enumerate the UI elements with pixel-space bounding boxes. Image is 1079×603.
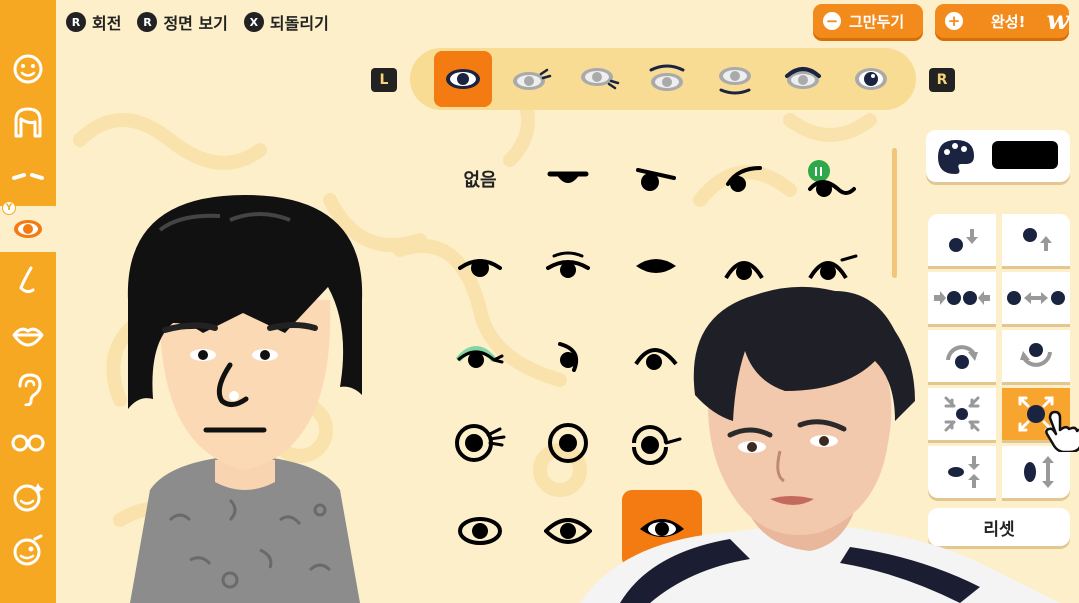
sidebar-item-makeup[interactable] bbox=[0, 474, 56, 520]
sparkle-face-icon bbox=[13, 483, 44, 512]
eye-shape-icon bbox=[446, 69, 480, 89]
eye-option[interactable] bbox=[704, 144, 784, 214]
front-view-label: 정면 보기 bbox=[163, 14, 228, 33]
move-down-icon bbox=[949, 229, 978, 252]
eye-bags-icon bbox=[719, 67, 751, 95]
x-button-icon: X bbox=[243, 12, 264, 32]
nose-icon bbox=[19, 266, 35, 294]
move-up-icon bbox=[1023, 228, 1052, 251]
y-button-badge: Y bbox=[2, 201, 16, 215]
eyelid-icon bbox=[785, 67, 821, 89]
eye-color-button[interactable] bbox=[926, 130, 1070, 182]
done-label: 완성! bbox=[991, 12, 1026, 31]
eye-subcategory-tabs bbox=[410, 48, 916, 110]
ear-icon bbox=[18, 373, 42, 406]
plus-icon: + bbox=[945, 12, 963, 30]
hair-icon bbox=[14, 107, 42, 138]
front-view-hint[interactable]: R 정면 보기 bbox=[137, 10, 228, 34]
sidebar-item-face[interactable] bbox=[0, 46, 56, 92]
l-shoulder-button[interactable]: L bbox=[371, 68, 397, 92]
sidebar-item-mouth[interactable] bbox=[0, 312, 56, 358]
eye-style-icon bbox=[636, 259, 676, 273]
eye-style-icon bbox=[724, 261, 764, 280]
eye-style-icon bbox=[455, 424, 506, 462]
tab-pupil[interactable] bbox=[842, 51, 900, 107]
quit-label: 그만두기 bbox=[849, 12, 905, 31]
lips-icon bbox=[12, 327, 44, 347]
eye-option-none[interactable]: 없음 bbox=[440, 144, 520, 214]
eye-style-icon bbox=[458, 259, 502, 277]
tab-eye-bags[interactable] bbox=[706, 51, 764, 107]
eye-style-icon bbox=[808, 254, 858, 280]
none-label: 없음 bbox=[463, 170, 497, 191]
sidebar-item-nose[interactable] bbox=[0, 258, 56, 304]
eye-option[interactable] bbox=[440, 320, 520, 390]
r-stick-icon: R bbox=[66, 12, 86, 32]
lower-lash-icon bbox=[581, 68, 620, 90]
tab-double-eyelid[interactable] bbox=[638, 51, 696, 107]
quit-button[interactable]: − 그만두기 bbox=[813, 4, 923, 38]
watermark-logo: w bbox=[1046, 6, 1069, 36]
eye-style-icon bbox=[636, 168, 676, 191]
double-eyelid-icon bbox=[649, 64, 685, 91]
category-sidebar: Y bbox=[0, 0, 56, 603]
undo-label: 되돌리기 bbox=[269, 14, 329, 33]
glasses-icon bbox=[11, 434, 45, 452]
eye-option[interactable] bbox=[440, 408, 520, 478]
eye-style-icon bbox=[458, 517, 502, 545]
grid-scrollbar[interactable] bbox=[892, 148, 897, 278]
tab-eyelash[interactable] bbox=[502, 51, 560, 107]
new-badge-icon bbox=[808, 160, 830, 182]
eye-color-swatch bbox=[992, 141, 1058, 169]
tab-lower-lash[interactable] bbox=[570, 51, 628, 107]
rotate-hint[interactable]: R 회전 bbox=[66, 10, 121, 34]
eyelash-icon bbox=[513, 68, 552, 90]
eye-option[interactable] bbox=[440, 496, 520, 566]
illustrated-character-overlay bbox=[580, 286, 1060, 603]
eye-option[interactable] bbox=[528, 144, 608, 214]
minus-icon: − bbox=[823, 12, 841, 30]
sidebar-item-hair[interactable] bbox=[0, 100, 56, 146]
eye-option[interactable] bbox=[616, 144, 696, 214]
mole-face-icon bbox=[13, 534, 43, 566]
control-hints: R 회전 R 정면 보기 X 되돌리기 bbox=[66, 10, 329, 34]
tab-eyelid[interactable] bbox=[774, 51, 832, 107]
eye-style-icon bbox=[808, 160, 856, 197]
r-stick-press-icon: R bbox=[137, 12, 158, 32]
face-icon bbox=[13, 54, 43, 84]
eye-option[interactable] bbox=[440, 232, 520, 302]
tab-eye-shape[interactable] bbox=[434, 51, 492, 107]
pupil-icon bbox=[855, 68, 887, 90]
sidebar-item-glasses[interactable] bbox=[0, 420, 56, 466]
eye-style-icon bbox=[455, 346, 504, 368]
r-shoulder-button[interactable]: R bbox=[929, 68, 955, 92]
sidebar-item-ears[interactable] bbox=[0, 366, 56, 412]
rotate-label: 회전 bbox=[92, 14, 122, 33]
palette-icon bbox=[938, 140, 974, 174]
eye-icon bbox=[14, 220, 42, 238]
move-up-button[interactable] bbox=[1002, 214, 1070, 266]
mii-character-preview[interactable] bbox=[120, 190, 370, 603]
eye-style-icon bbox=[547, 171, 589, 183]
eye-style-icon bbox=[726, 166, 762, 192]
eye-option[interactable] bbox=[792, 144, 872, 214]
move-down-button[interactable] bbox=[928, 214, 996, 266]
undo-hint[interactable]: X 되돌리기 bbox=[243, 10, 329, 34]
sidebar-item-eyebrows[interactable] bbox=[0, 152, 56, 198]
eye-style-icon bbox=[546, 251, 590, 278]
sidebar-item-extras[interactable] bbox=[0, 528, 56, 574]
eyebrows-icon bbox=[12, 173, 44, 180]
